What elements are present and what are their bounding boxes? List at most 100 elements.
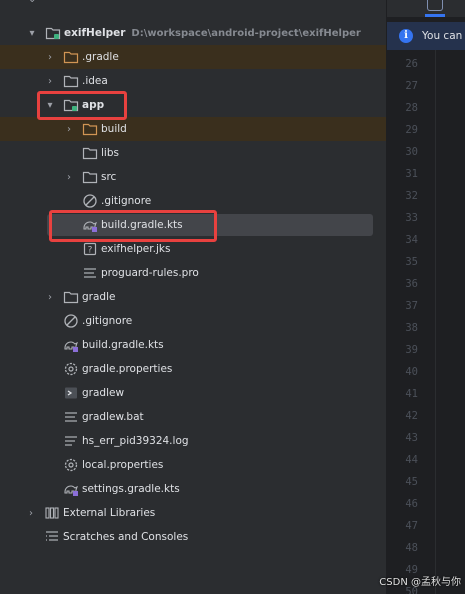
line-number: 46	[405, 498, 418, 510]
tree-row-app-build-gradle[interactable]: build.gradle.kts	[0, 213, 386, 237]
tree-row-hs-err-log[interactable]: hs_err_pid39324.log	[0, 429, 386, 453]
excluded-folder-icon	[82, 121, 98, 137]
log-file-icon	[63, 433, 79, 449]
tree-row-app[interactable]: ▾ app	[0, 93, 386, 117]
chevron-right-icon[interactable]: ›	[44, 69, 56, 93]
line-number: 26	[405, 58, 418, 70]
tree-row-gradle-dir[interactable]: › .gradle	[0, 45, 386, 69]
line-number: 28	[405, 102, 418, 114]
tree-row-settings-gradle[interactable]: settings.gradle.kts	[0, 477, 386, 501]
module-folder-icon	[45, 25, 61, 41]
line-number: 36	[405, 278, 418, 290]
line-number: 40	[405, 366, 418, 378]
editor-tab-strip	[387, 0, 465, 17]
line-number: 27	[405, 80, 418, 92]
line-number: 43	[405, 432, 418, 444]
tree-item-label: build.gradle.kts	[101, 219, 183, 231]
line-number: 45	[405, 476, 418, 488]
project-tree: ⌄ ▾ exifHelper D:\workspace\android-proje…	[0, 0, 386, 594]
text-file-icon	[63, 409, 79, 425]
gradle-elephant-icon	[82, 217, 98, 233]
tree-item-label: gradlew.bat	[82, 411, 144, 423]
line-number: 37	[405, 300, 418, 312]
tree-item-label: exifhelper.jks	[101, 243, 171, 255]
excluded-folder-icon	[63, 49, 79, 65]
gear-icon	[63, 457, 79, 473]
tree-row-src[interactable]: › src	[0, 165, 386, 189]
tree-row-local-properties[interactable]: local.properties	[0, 453, 386, 477]
tree-top-partial-row: ⌄	[0, 0, 386, 10]
tree-row-app-gitignore[interactable]: .gitignore	[0, 189, 386, 213]
tree-item-label: libs	[101, 147, 119, 159]
tree-item-label: gradlew	[82, 387, 125, 399]
ignore-file-icon	[82, 193, 98, 209]
gradle-elephant-icon	[63, 481, 79, 497]
shell-script-icon	[63, 385, 79, 401]
tree-item-label: build.gradle.kts	[82, 339, 164, 351]
editor-notification-banner: i You can	[387, 22, 465, 50]
root-label: exifHelper	[64, 27, 126, 39]
root-path: D:\workspace\android-project\exifHelper	[131, 28, 361, 39]
tree-row-proguard[interactable]: proguard-rules.pro	[0, 261, 386, 285]
line-number: 31	[405, 168, 418, 180]
chevron-right-icon[interactable]: ›	[44, 285, 56, 309]
chevron-right-icon[interactable]: ›	[44, 45, 56, 69]
tree-row-scratches[interactable]: Scratches and Consoles	[0, 525, 386, 549]
module-folder-icon	[63, 97, 79, 113]
tree-row-build[interactable]: › build	[0, 117, 386, 141]
tree-item-label: build	[101, 123, 127, 135]
tree-item-label: External Libraries	[63, 507, 156, 519]
notice-text: You can	[422, 30, 463, 42]
line-number: 34	[405, 234, 418, 246]
chevron-down-icon[interactable]: ⌄	[28, 0, 36, 5]
tree-item-label: gradle	[82, 291, 116, 303]
tree-item-label: local.properties	[82, 459, 164, 471]
chevron-right-icon[interactable]: ›	[25, 501, 37, 525]
tree-row-root-gitignore[interactable]: .gitignore	[0, 309, 386, 333]
tree-item-label: proguard-rules.pro	[101, 267, 199, 279]
active-tab-indicator	[425, 14, 445, 17]
gear-icon	[63, 361, 79, 377]
line-number: 48	[405, 542, 418, 554]
folder-icon	[63, 289, 79, 305]
tree-row-libs[interactable]: libs	[0, 141, 386, 165]
chevron-down-icon[interactable]: ▾	[26, 21, 38, 45]
tree-item-label: .gitignore	[82, 315, 133, 327]
ide-window: ⌄ ▾ exifHelper D:\workspace\android-proje…	[0, 0, 465, 594]
tree-item-label: gradle.properties	[82, 363, 173, 375]
folder-icon	[82, 169, 98, 185]
tree-row-jks[interactable]: ? exifhelper.jks	[0, 237, 386, 261]
tree-row-gradle-properties[interactable]: gradle.properties	[0, 357, 386, 381]
watermark: CSDN @孟秋与你	[379, 577, 461, 588]
svg-text:?: ?	[88, 246, 93, 256]
tree-row-gradle-folder[interactable]: › gradle	[0, 285, 386, 309]
tree-row-gradlew[interactable]: gradlew	[0, 381, 386, 405]
chevron-down-icon[interactable]: ▾	[44, 93, 56, 117]
tree-item-label: hs_err_pid39324.log	[82, 435, 189, 447]
tree-item-label: .gitignore	[101, 195, 152, 207]
library-icon	[44, 505, 60, 521]
tree-row-root[interactable]: ▾ exifHelper D:\workspace\android-project…	[0, 21, 386, 45]
line-number: 42	[405, 410, 418, 422]
tree-row-root-build-gradle[interactable]: build.gradle.kts	[0, 333, 386, 357]
tree-item-label: Scratches and Consoles	[63, 531, 189, 543]
unknown-file-icon: ?	[82, 241, 98, 257]
chevron-right-icon[interactable]: ›	[63, 165, 75, 189]
tree-row-gradlew-bat[interactable]: gradlew.bat	[0, 405, 386, 429]
info-icon: i	[399, 29, 413, 43]
tree-row-idea[interactable]: › .idea	[0, 69, 386, 93]
line-number: 32	[405, 190, 418, 202]
folder-icon	[82, 145, 98, 161]
folder-icon	[63, 73, 79, 89]
tree-item-label: app	[82, 99, 105, 111]
gutter-edge	[435, 50, 436, 594]
file-tab-icon[interactable]	[427, 0, 443, 11]
line-number: 41	[405, 388, 418, 400]
tree-item-label: .idea	[82, 75, 108, 87]
tree-item-label: .gradle	[82, 51, 119, 63]
line-number: 30	[405, 146, 418, 158]
line-number: 35	[405, 256, 418, 268]
chevron-right-icon[interactable]: ›	[63, 117, 75, 141]
line-number: 39	[405, 344, 418, 356]
tree-row-external-libraries[interactable]: › External Libraries	[0, 501, 386, 525]
